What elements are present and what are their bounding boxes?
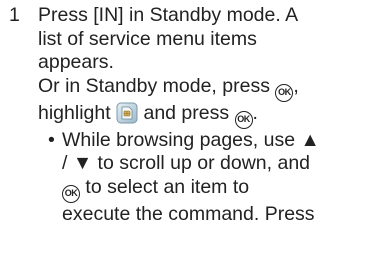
bullet-line-2: / ▼ to scroll up or down, and [62,152,311,174]
step-text-line-5-end: . [252,101,258,124]
step-body: Press [IN] in Standby mode. A list of se… [38,4,368,226]
ok-key-icon: OK [62,184,80,203]
bullet-text-line-3: to select an item to [85,175,250,198]
bullet-text-line-1: While browsing pages, use ▲ [62,128,320,151]
step-text-line-1: Press [IN] in Standby mode. A [38,4,299,26]
step-number: 1 [9,4,20,26]
step-text-line-4: Or in Standby mode, press OK, [38,75,368,102]
bullet-line-3: OK to select an item to [38,176,368,203]
step-text-line-3: appears. [38,51,114,73]
bullet-line-4: execute the command. Press [62,202,315,225]
ok-key-icon: OK [275,83,294,102]
step-text-line-4-label: Or in Standby mode, press [38,74,270,97]
ok-key-icon: OK [234,110,253,129]
step-text-line-5-mid: and press [143,101,230,124]
step-text-line-4-end: , [293,74,299,97]
step-text-line-5-start: highlight [38,101,111,124]
instruction-step: 1 Press [IN] in Standby mode. A list of … [0,0,373,276]
step-text-line-2: list of service menu items [38,27,257,50]
bullet-line-1: • While browsing pages, use ▲ [38,129,368,153]
bullet-mark: • [48,128,55,151]
step-text-line-5: highlight and press OK. [38,102,368,129]
service-menu-sim-icon [116,102,138,123]
